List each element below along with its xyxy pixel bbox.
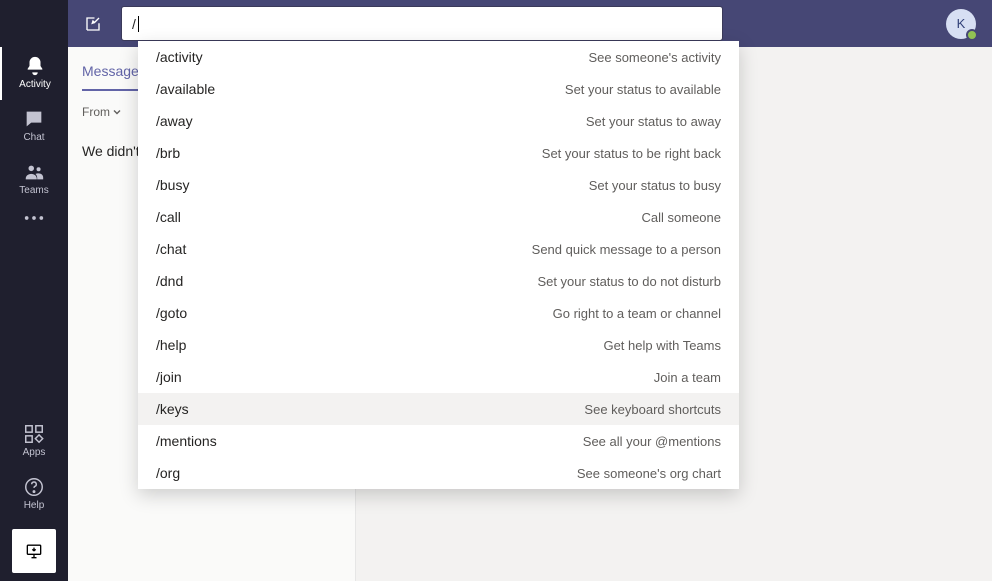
rail-apps[interactable]: Apps [0,415,68,468]
command-name: /activity [156,49,203,65]
filter-from-label: From [82,105,110,119]
command-description: See someone's activity [588,50,721,65]
command-name: /away [156,113,193,129]
command-description: Set your status to busy [589,178,721,193]
command-description: See someone's org chart [577,466,721,481]
more-icon [23,214,45,222]
download-desktop-button[interactable] [12,529,56,573]
tab-messages[interactable]: Messages [82,63,146,91]
presence-dot [966,29,978,41]
command-name: /available [156,81,215,97]
command-description: Set your status to do not disturb [537,274,721,289]
command-name: /keys [156,401,189,417]
command-item[interactable]: /keys See keyboard shortcuts [138,393,739,425]
bell-icon [24,55,46,77]
rail-activity-label: Activity [19,79,51,90]
command-name: /chat [156,241,186,257]
command-description: Set your status to available [565,82,721,97]
command-item[interactable]: /join Join a team [138,361,739,393]
rail-chat[interactable]: Chat [0,100,68,153]
command-item[interactable]: /chat Send quick message to a person [138,233,739,265]
command-name: /mentions [156,433,217,449]
download-icon [24,541,44,561]
command-name: /dnd [156,273,183,289]
new-chat-button[interactable] [78,9,108,39]
rail-teams[interactable]: Teams [0,153,68,206]
command-name: /goto [156,305,187,321]
avatar-initial: K [957,16,966,31]
command-item[interactable]: /goto Go right to a team or channel [138,297,739,329]
chevron-down-icon [112,107,122,117]
rail-activity[interactable]: Activity [0,47,68,100]
search-value: / [132,16,136,32]
command-item[interactable]: /brb Set your status to be right back [138,137,739,169]
command-description: See keyboard shortcuts [584,402,721,417]
command-dropdown-list[interactable]: /activity See someone's activity/availabl… [138,41,739,489]
command-item[interactable]: /org See someone's org chart [138,457,739,489]
command-description: Set your status to be right back [542,146,721,161]
command-item[interactable]: /activity See someone's activity [138,41,739,73]
rail-teams-label: Teams [19,185,48,196]
apps-icon [23,423,45,445]
command-description: Call someone [642,210,722,225]
command-description: Send quick message to a person [532,242,721,257]
command-description: Set your status to away [586,114,721,129]
compose-icon [84,15,102,33]
command-search-input[interactable]: / [122,7,722,40]
command-item[interactable]: /away Set your status to away [138,105,739,137]
command-item[interactable]: /busy Set your status to busy [138,169,739,201]
chat-icon [23,108,45,130]
rail-chat-label: Chat [23,132,44,143]
command-name: /brb [156,145,180,161]
command-description: Join a team [654,370,721,385]
command-name: /busy [156,177,189,193]
app-rail: Activity Chat Teams Apps Help [0,0,68,581]
command-item[interactable]: /dnd Set your status to do not disturb [138,265,739,297]
command-description: Get help with Teams [603,338,721,353]
command-name: /org [156,465,180,481]
command-name: /call [156,209,181,225]
command-description: Go right to a team or channel [553,306,721,321]
rail-apps-label: Apps [23,447,46,458]
help-icon [23,476,45,498]
rail-more[interactable] [0,206,68,234]
command-dropdown: /activity See someone's activity/availabl… [138,41,739,489]
command-item[interactable]: /help Get help with Teams [138,329,739,361]
text-caret [138,16,139,32]
teams-icon [23,161,45,183]
command-name: /join [156,369,182,385]
profile-avatar[interactable]: K [946,9,976,39]
command-item[interactable]: /available Set your status to available [138,73,739,105]
title-bar: / K [68,0,992,47]
command-item[interactable]: /call Call someone [138,201,739,233]
rail-help-label: Help [24,500,45,511]
rail-help[interactable]: Help [0,468,68,521]
command-name: /help [156,337,186,353]
command-description: See all your @mentions [583,434,721,449]
command-item[interactable]: /mentions See all your @mentions [138,425,739,457]
